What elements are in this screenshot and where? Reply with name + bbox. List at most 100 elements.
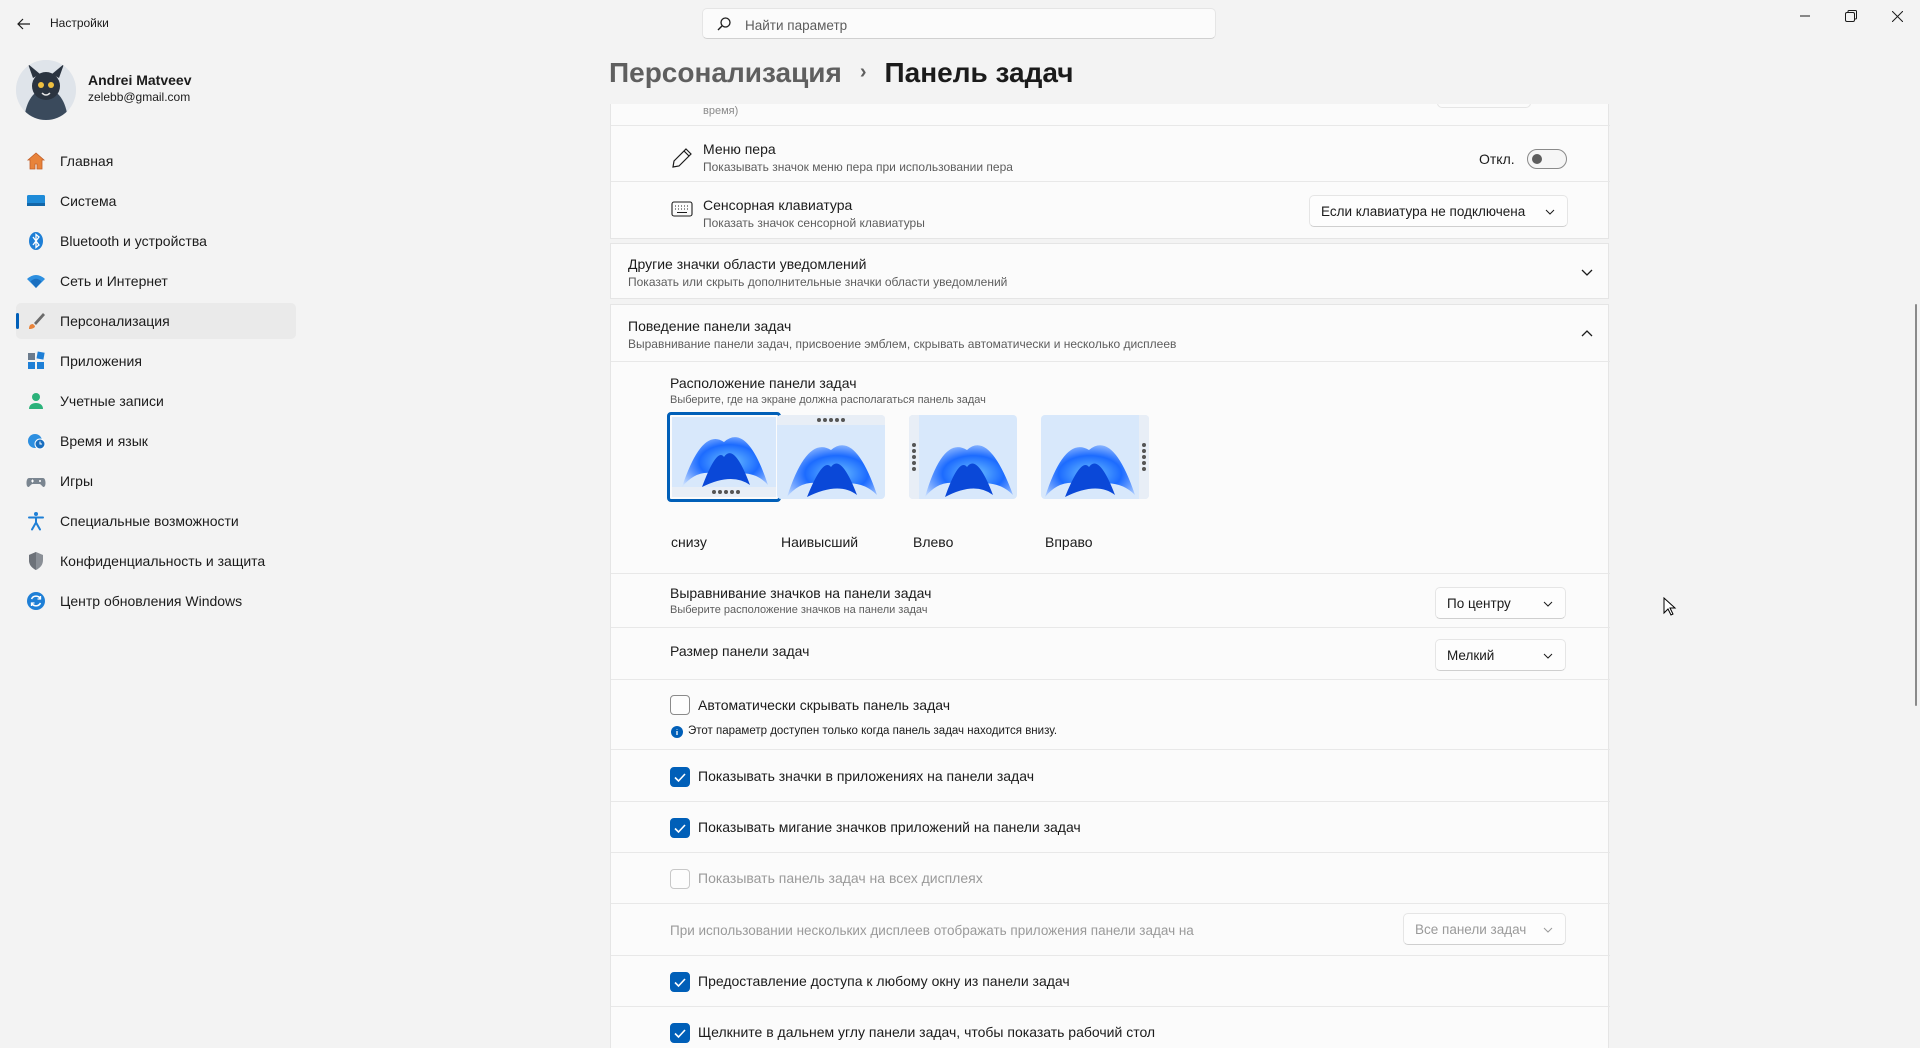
divider [611, 679, 1610, 680]
dropdown-value: Мелкий [1447, 648, 1495, 663]
taskbar-position-left[interactable] [909, 415, 1017, 499]
wallpaper-bottom [672, 417, 776, 497]
dropdown-value: По центру [1447, 596, 1511, 611]
far-corner-checkbox[interactable] [670, 1023, 690, 1043]
sidebar-item-home[interactable]: Главная [16, 143, 296, 179]
search-input[interactable] [743, 14, 1207, 36]
alignment-dropdown[interactable]: По центру [1435, 587, 1566, 619]
minimize-button[interactable] [1782, 0, 1828, 32]
sidebar-item-accessibility[interactable]: Специальные возможности [16, 503, 296, 539]
autohide-label[interactable]: Автоматически скрывать панель задач [698, 697, 950, 713]
title-bar: Настройки [0, 0, 1920, 48]
divider [611, 801, 1610, 802]
divider [611, 749, 1610, 750]
touch-keyboard-subtitle: Показать значок сенсорной клавиатуры [703, 216, 925, 230]
share-window-checkbox[interactable] [670, 972, 690, 992]
search-box[interactable] [702, 8, 1216, 39]
sidebar-item-apps[interactable]: Приложения [16, 343, 296, 379]
flashing-checkbox[interactable] [670, 818, 690, 838]
wifi-icon [27, 275, 45, 288]
chevron-down-icon [1543, 601, 1553, 607]
scrollbar-thumb[interactable] [1915, 304, 1917, 706]
taskbar-position-top[interactable] [777, 415, 885, 499]
clock-globe-icon [28, 434, 46, 450]
pen-menu-title: Меню пера [703, 141, 776, 157]
position-label: снизу [671, 534, 707, 550]
pen-menu-toggle[interactable] [1527, 149, 1567, 169]
sidebar-item-label: Учетные записи [60, 393, 164, 409]
divider [611, 955, 1610, 956]
other-tray-icons-card[interactable]: Другие значки области уведомлений Показа… [610, 243, 1609, 299]
touch-keyboard-dropdown[interactable]: Если клавиатура не подключена [1309, 195, 1568, 227]
far-corner-label[interactable]: Щелкните в дальнем углу панели задач, чт… [698, 1024, 1155, 1040]
sidebar-item-time-language[interactable]: Время и язык [16, 423, 296, 459]
bluetooth-icon [29, 232, 43, 250]
taskbar-position-right[interactable] [1041, 415, 1149, 499]
partial-dropdown[interactable] [1437, 104, 1531, 108]
sidebar-item-network[interactable]: Сеть и Интернет [16, 263, 296, 299]
back-arrow-icon [17, 18, 30, 30]
size-dropdown[interactable]: Мелкий [1435, 639, 1566, 671]
sidebar-item-label: Время и язык [60, 433, 148, 449]
wallpaper-left [909, 415, 1017, 499]
sidebar-item-label: Конфиденциальность и защита [60, 553, 266, 569]
checkmark-icon [674, 824, 686, 834]
brush-icon [29, 313, 45, 329]
restore-button[interactable] [1828, 0, 1874, 32]
shield-icon [29, 552, 43, 570]
wallpaper-top [777, 415, 885, 499]
multi-display-label: При использовании нескольких дисплеев от… [670, 923, 1194, 938]
page-title: Персонализация › Панель задач [609, 57, 1074, 89]
sidebar-item-bluetooth[interactable]: Bluetooth и устройства [16, 223, 296, 259]
sidebar-item-label: Игры [60, 473, 94, 489]
avatar[interactable] [16, 60, 76, 120]
sidebar-item-privacy[interactable]: Конфиденциальность и защита [16, 543, 296, 579]
pen-menu-state: Откл. [1479, 151, 1515, 167]
close-icon [1891, 10, 1903, 22]
close-button[interactable] [1874, 0, 1920, 32]
breadcrumb-separator: › [859, 61, 867, 83]
accessibility-icon [28, 512, 44, 531]
partial-row-subtitle: время) [703, 105, 739, 117]
chevron-up-icon[interactable] [1577, 324, 1597, 344]
flashing-label[interactable]: Показывать мигание значков приложений на… [698, 819, 1081, 835]
sidebar-item-personalization[interactable]: Персонализация [16, 303, 296, 339]
share-window-label[interactable]: Предоставление доступа к любому окну из … [698, 973, 1070, 989]
system-icon [27, 195, 45, 206]
badges-checkbox[interactable] [670, 767, 690, 787]
divider [611, 573, 1610, 574]
pen-menu-subtitle: Показывать значок меню пера при использо… [703, 160, 1013, 174]
sidebar-item-label: Сеть и Интернет [60, 273, 168, 289]
multi-display-dropdown[interactable]: Все панели задач [1403, 913, 1566, 945]
search-icon [717, 17, 731, 31]
alignment-subtitle: Выберите расположение значков на панели … [670, 604, 928, 616]
breadcrumb-parent[interactable]: Персонализация [609, 57, 842, 88]
sidebar-item-windows-update[interactable]: Центр обновления Windows [16, 583, 296, 619]
settings-content: время) Меню пера Показывать значок меню … [610, 104, 1610, 1048]
sidebar-item-accounts[interactable]: Учетные записи [16, 383, 296, 419]
behaviors-title: Поведение панели задач [628, 318, 792, 334]
chevron-down-icon[interactable] [1577, 262, 1597, 282]
chevron-down-icon [1543, 927, 1553, 933]
sidebar-item-label: Приложения [60, 353, 142, 369]
behaviors-subtitle: Выравнивание панели задач, присвоение эм… [628, 337, 1177, 351]
position-label: Вправо [1045, 534, 1093, 550]
sidebar-item-label: Bluetooth и устройства [60, 233, 207, 249]
update-icon [27, 592, 45, 610]
wallpaper-right [1041, 415, 1149, 499]
back-button[interactable] [14, 14, 34, 34]
taskbar-position-bottom[interactable] [667, 412, 781, 502]
divider [611, 181, 1610, 182]
sidebar-item-gaming[interactable]: Игры [16, 463, 296, 499]
autohide-checkbox[interactable] [670, 695, 690, 715]
sidebar-item-system[interactable]: Система [16, 183, 296, 219]
autohide-note: Этот параметр доступен только когда пане… [688, 725, 1058, 737]
badges-label[interactable]: Показывать значки в приложениях на панел… [698, 768, 1034, 784]
sidebar-item-label: Специальные возможности [60, 513, 239, 529]
checkmark-icon [674, 978, 686, 988]
checkmark-icon [674, 773, 686, 783]
user-name: Andrei Matveev [88, 72, 192, 88]
all-displays-checkbox[interactable] [670, 869, 690, 889]
sidebar-nav: Главная Система Bluetooth и устройства С… [16, 143, 296, 623]
size-title: Размер панели задач [670, 643, 810, 659]
